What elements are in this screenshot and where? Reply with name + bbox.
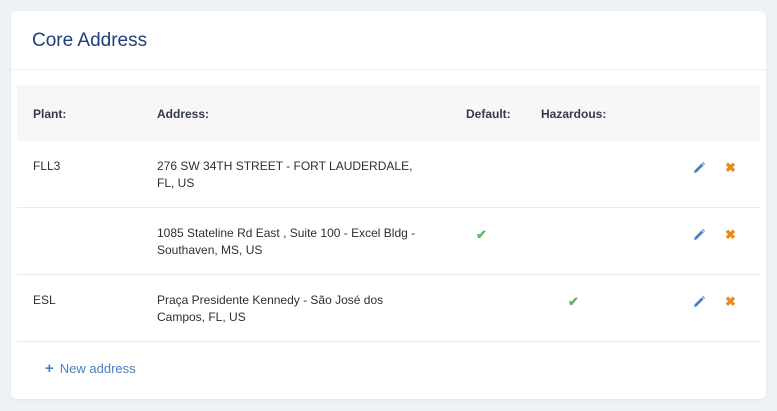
header-plant: Plant: [33, 107, 67, 121]
cell-address: 1085 Stateline Rd East , Suite 100 - Exc… [157, 226, 416, 257]
table-row: 1085 Stateline Rd East , Suite 100 - Exc… [17, 208, 760, 275]
header-hazardous: Hazardous: [541, 107, 607, 121]
title-divider [11, 69, 766, 70]
header-default: Default: [466, 107, 511, 121]
new-address-link[interactable]: + New address [45, 360, 136, 377]
table-header: Plant: Address: Default: Hazardous: [17, 85, 760, 141]
core-address-card: Core Address Plant: Address: Default: Ha… [11, 11, 766, 399]
pencil-icon[interactable] [692, 295, 706, 309]
cell-address: Praça Presidente Kennedy - São José dos … [157, 293, 384, 324]
header-address: Address: [157, 107, 210, 121]
table-row: ESL Praça Presidente Kennedy - São José … [17, 275, 760, 342]
plus-icon: + [45, 360, 54, 377]
table-row: FLL3 276 SW 34TH STREET - FORT LAUDERDAL… [17, 141, 760, 208]
pencil-icon[interactable] [692, 161, 706, 175]
pencil-icon[interactable] [692, 228, 706, 242]
new-address-label: New address [59, 361, 136, 376]
check-icon: ✔ [476, 227, 487, 242]
card-title: Core Address [32, 30, 148, 51]
cell-plant: FLL3 [33, 159, 61, 173]
check-icon: ✔ [568, 294, 579, 309]
address-table: Plant: Address: Default: Hazardous: FLL3… [17, 85, 760, 342]
close-icon[interactable]: ✖ [725, 294, 736, 310]
close-icon[interactable]: ✖ [725, 160, 736, 176]
cell-address: 276 SW 34TH STREET - FORT LAUDERDALE, FL… [157, 159, 413, 190]
close-icon[interactable]: ✖ [725, 227, 736, 243]
cell-plant: ESL [33, 293, 56, 307]
